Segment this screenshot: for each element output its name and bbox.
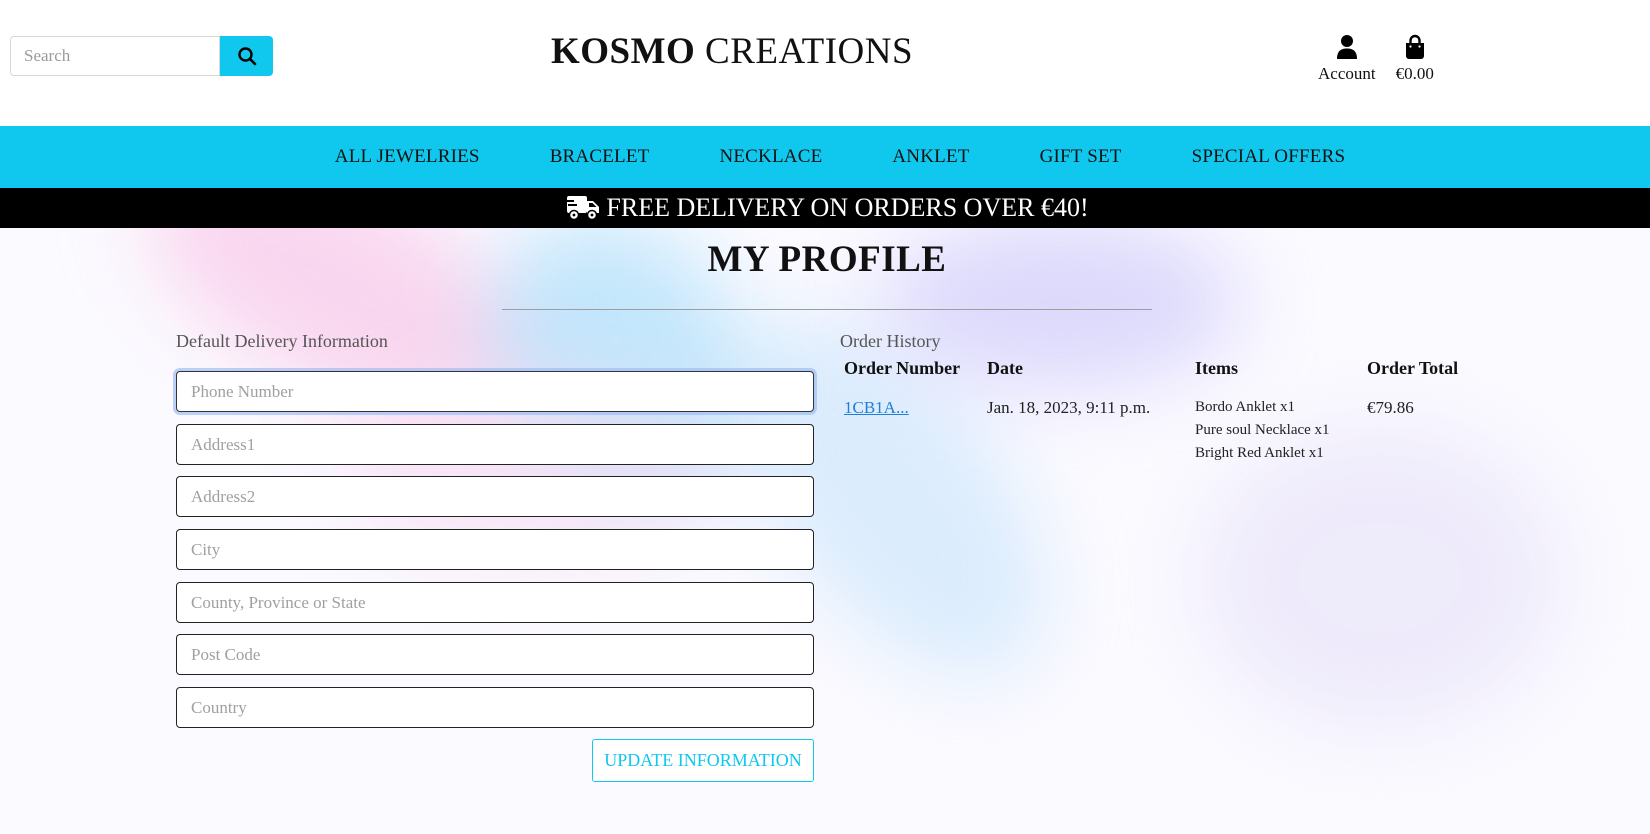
- cart-total: €0.00: [1395, 64, 1434, 83]
- order-history-label: Order History: [840, 331, 941, 351]
- account-label: Account: [1318, 64, 1376, 83]
- nav-gift-set[interactable]: GIFT SET: [1040, 146, 1122, 168]
- brand-name-rest: CREATIONS: [705, 31, 914, 72]
- nav-anklet[interactable]: ANKLET: [892, 146, 969, 168]
- table-row: 1CB1A... Jan. 18, 2023, 9:11 p.m. Bordo …: [840, 388, 1462, 465]
- shopping-bag-icon: [1405, 34, 1424, 59]
- postcode-field[interactable]: [176, 634, 814, 675]
- main-nav: ALL JEWELRIES BRACELET NECKLACE ANKLET G…: [0, 126, 1650, 188]
- nav-bracelet[interactable]: BRACELET: [550, 146, 650, 168]
- country-field[interactable]: [176, 687, 814, 728]
- table-header-row: Order Number Date Items Order Total: [840, 358, 1462, 388]
- address1-field[interactable]: [176, 424, 814, 465]
- phone-number-field[interactable]: [176, 371, 814, 412]
- order-item: Bright Red Anklet x1: [1195, 445, 1324, 461]
- truck-icon: [566, 196, 600, 221]
- column-header: Order Number: [844, 358, 961, 378]
- nav-special-offers[interactable]: SPECIAL OFFERS: [1192, 146, 1346, 168]
- page-title: MY PROFILE: [707, 239, 947, 280]
- order-history-table: Order Number Date Items Order Total 1CB1…: [840, 358, 1462, 465]
- city-field[interactable]: [176, 529, 814, 570]
- background-glow: [1200, 428, 1560, 728]
- cart-link[interactable]: €0.00: [1396, 34, 1434, 84]
- brand-name-bold: KOSMO: [550, 31, 696, 72]
- title-divider: [502, 309, 1152, 310]
- column-header: Items: [1195, 358, 1238, 378]
- order-item: Bordo Anklet x1: [1195, 399, 1295, 415]
- brand-logo[interactable]: KOSMO CREATIONS: [0, 30, 1464, 73]
- order-total: €79.86: [1367, 398, 1414, 417]
- profile-page: MY PROFILE Default Delivery Information …: [0, 228, 1650, 834]
- nav-necklace[interactable]: NECKLACE: [719, 146, 822, 168]
- nav-all-jewelries[interactable]: ALL JEWELRIES: [335, 146, 480, 168]
- user-icon: [1336, 35, 1357, 59]
- order-item: Pure soul Necklace x1: [1195, 422, 1330, 438]
- user-links: Account €0.00: [1318, 34, 1434, 84]
- promo-text: FREE DELIVERY ON ORDERS OVER €40!: [606, 193, 1089, 222]
- order-date: Jan. 18, 2023, 9:11 p.m.: [987, 398, 1151, 417]
- account-link[interactable]: Account: [1318, 34, 1376, 84]
- county-field[interactable]: [176, 582, 814, 623]
- column-header: Date: [987, 358, 1023, 378]
- address2-field[interactable]: [176, 476, 814, 517]
- column-header: Order Total: [1367, 358, 1459, 378]
- site-header: KOSMO CREATIONS Account €0.00: [0, 0, 1650, 126]
- delivery-section-label: Default Delivery Information: [176, 331, 388, 351]
- promo-banner: FREE DELIVERY ON ORDERS OVER €40!: [0, 188, 1650, 228]
- update-information-button[interactable]: UPDATE INFORMATION: [592, 739, 814, 782]
- order-number-link[interactable]: 1CB1A...: [844, 398, 909, 417]
- order-items: Bordo Anklet x1 Pure soul Necklace x1 Br…: [1191, 388, 1363, 465]
